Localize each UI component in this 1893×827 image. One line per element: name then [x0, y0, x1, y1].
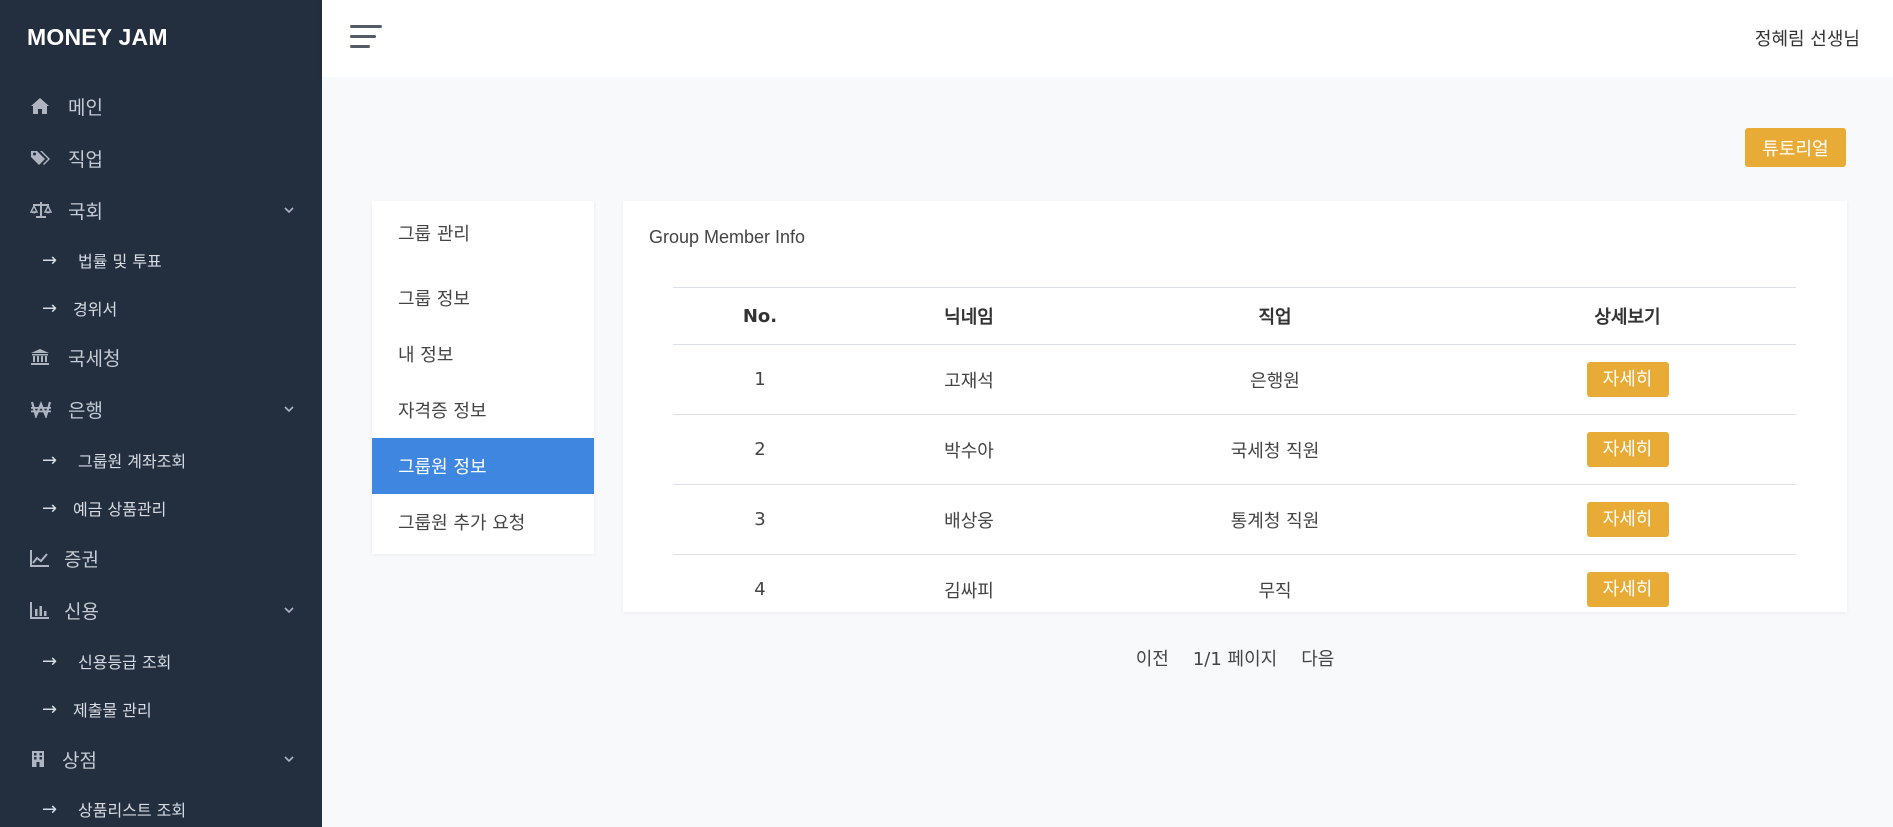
row-job: 은행원 [1091, 344, 1459, 415]
table-row: 3 배상웅 통계청 직원 자세히 [673, 484, 1796, 555]
sidebar-subitem-label: 법률 및 투표 [78, 252, 162, 271]
sidebar: MONEY JAM 메인 직업 국회 → 법률 및 투표 → 경위서 국세청 은… [0, 0, 322, 827]
pagination-page-indicator: 1/1 페이지 [1192, 649, 1278, 670]
tutorial-button[interactable]: 튜토리얼 [1745, 128, 1846, 167]
sidebar-item-label: 국회 [68, 200, 103, 223]
arrow-right-icon: → [42, 449, 58, 471]
row-nickname: 박수아 [847, 414, 1091, 485]
group-menu: 그룹 관리 그룹 정보 내 정보 자격증 정보 그룹원 정보 그룹원 추가 요청 [372, 201, 594, 554]
sidebar-subitem-member-accounts[interactable]: → 그룹원 계좌조회 [0, 444, 322, 476]
won-icon [30, 400, 60, 418]
card-title: Group Member Info [649, 227, 806, 247]
sidebar-subitem-label: 그룹원 계좌조회 [78, 452, 187, 471]
table-row: 2 박수아 국세청 직원 자세히 [673, 414, 1796, 485]
row-job: 국세청 직원 [1091, 414, 1459, 485]
sidebar-item-label: 직업 [68, 148, 103, 171]
building-icon [30, 750, 60, 768]
sidebar-item-label: 증권 [64, 548, 99, 571]
row-job: 무직 [1258, 580, 1292, 602]
pagination: 이전 1/1 페이지 다음 [623, 645, 1847, 671]
column-header-job: 직업 [1091, 287, 1459, 345]
sidebar-item-main[interactable]: 메인 [0, 86, 322, 126]
tags-icon [30, 149, 60, 167]
row-detail-cell: 자세히 [1459, 555, 1796, 625]
row-no: 2 [673, 414, 847, 485]
group-menu-item-my-info[interactable]: 내 정보 [372, 326, 594, 382]
group-menu-item-member-info[interactable]: 그룹원 정보 [372, 438, 594, 494]
arrow-right-icon: → [42, 249, 58, 271]
brand-logo[interactable]: MONEY JAM [27, 24, 168, 51]
sidebar-item-credit[interactable]: 신용 [0, 590, 322, 630]
chevron-down-icon [284, 756, 294, 763]
sidebar-subitem-product-list[interactable]: → 상품리스트 조회 [0, 793, 322, 825]
sidebar-item-tax-office[interactable]: 국세청 [0, 337, 322, 377]
member-table: No. 닉네임 직업 상세보기 1 고재석 은행원 자세히 2 박수아 국세청 … [673, 287, 1796, 625]
sidebar-item-label: 은행 [68, 399, 103, 422]
sidebar-subitem-law-vote[interactable]: → 법률 및 투표 [0, 244, 322, 276]
row-detail-cell: 자세히 [1459, 344, 1796, 415]
sidebar-item-label: 메인 [68, 96, 103, 119]
row-nickname: 고재석 [847, 344, 1091, 415]
bar-chart-icon [30, 601, 60, 619]
user-name[interactable]: 정혜림 선생님 [1755, 25, 1860, 51]
sidebar-subitem-deposit-products[interactable]: → 예금 상품관리 [0, 492, 322, 524]
main-content: 튜토리얼 그룹 관리 그룹 정보 내 정보 자격증 정보 그룹원 정보 그룹원 … [322, 77, 1893, 827]
group-menu-item-group-info[interactable]: 그룹 정보 [372, 270, 594, 326]
chevron-down-icon [284, 207, 294, 214]
pagination-prev[interactable]: 이전 [1136, 645, 1169, 671]
row-nickname: 김싸피 [944, 580, 994, 602]
row-detail-cell: 자세히 [1459, 414, 1796, 485]
table-header-row: No. 닉네임 직업 상세보기 [673, 287, 1796, 345]
sidebar-subitem-incident-report[interactable]: → 경위서 [0, 292, 322, 324]
bank-icon [30, 348, 60, 366]
arrow-right-icon: → [42, 497, 58, 519]
detail-button[interactable]: 자세히 [1586, 572, 1669, 608]
table-row: 1 고재석 은행원 자세히 [673, 344, 1796, 415]
balance-scale-icon [30, 201, 60, 219]
sidebar-item-job[interactable]: 직업 [0, 138, 322, 178]
column-header-nickname: 닉네임 [847, 287, 1091, 345]
sidebar-subitem-credit-rating[interactable]: → 신용등급 조회 [0, 645, 322, 677]
row-nickname: 배상웅 [847, 484, 1091, 555]
chevron-down-icon [284, 406, 294, 413]
sidebar-subitem-submissions[interactable]: → 제출물 관리 [0, 693, 322, 725]
row-no: 4 [754, 579, 766, 601]
row-no: 3 [673, 484, 847, 555]
sidebar-item-label: 상점 [62, 749, 97, 772]
sidebar-item-label: 국세청 [68, 347, 121, 370]
sidebar-item-bank[interactable]: 은행 [0, 389, 322, 429]
sidebar-subitem-label: 신용등급 조회 [78, 653, 172, 672]
sidebar-item-assembly[interactable]: 국회 [0, 190, 322, 230]
sidebar-item-securities[interactable]: 증권 [0, 538, 322, 578]
column-header-detail: 상세보기 [1459, 287, 1796, 345]
sidebar-subitem-label: 상품리스트 조회 [78, 801, 187, 820]
arrow-right-icon: → [42, 698, 58, 720]
row-job: 통계청 직원 [1091, 484, 1459, 555]
group-member-card: Group Member Info No. 닉네임 직업 상세보기 1 고재석 … [623, 201, 1847, 670]
sidebar-item-label: 신용 [64, 600, 99, 623]
sidebar-subitem-label: 예금 상품관리 [73, 500, 167, 519]
sidebar-subitem-label: 경위서 [73, 300, 118, 319]
detail-button[interactable]: 자세히 [1586, 502, 1669, 537]
arrow-right-icon: → [42, 798, 58, 820]
sidebar-subitem-label: 제출물 관리 [73, 701, 152, 720]
home-icon [30, 97, 60, 115]
pagination-next[interactable]: 다음 [1301, 645, 1334, 671]
column-header-no: No. [673, 287, 847, 345]
detail-button[interactable]: 자세히 [1586, 362, 1669, 397]
row-no: 1 [673, 344, 847, 415]
group-menu-item-certificates[interactable]: 자격증 정보 [372, 382, 594, 438]
group-menu-item-manage[interactable]: 그룹 관리 [372, 205, 594, 261]
group-menu-item-add-member-request[interactable]: 그룹원 추가 요청 [372, 494, 594, 550]
detail-button[interactable]: 자세히 [1586, 432, 1669, 467]
sidebar-item-store[interactable]: 상점 [0, 739, 322, 779]
top-bar: 정혜림 선생님 [322, 0, 1893, 77]
line-chart-icon [30, 549, 60, 567]
table-row: 4 김싸피 무직 자세히 [673, 555, 1796, 625]
hamburger-menu-icon[interactable] [350, 25, 382, 51]
arrow-right-icon: → [42, 297, 58, 319]
row-detail-cell: 자세히 [1459, 484, 1796, 555]
chevron-down-icon [284, 607, 294, 614]
arrow-right-icon: → [42, 650, 58, 672]
